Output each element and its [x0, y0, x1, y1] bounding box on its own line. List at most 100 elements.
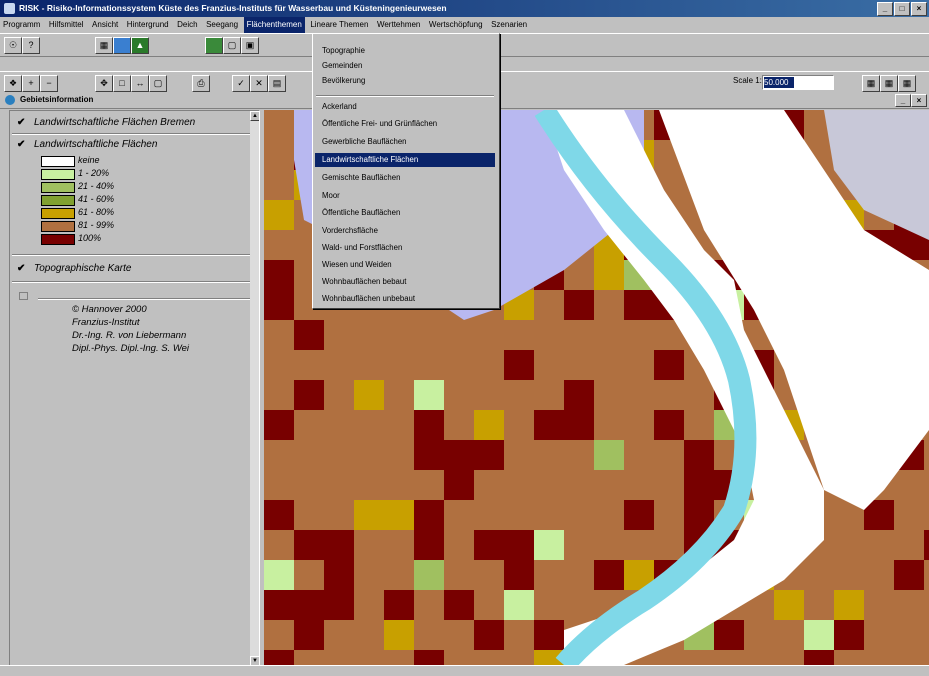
divider [12, 254, 251, 256]
map-cell [654, 530, 684, 560]
dropdown-item-gemischte-bauflaechen[interactable]: Gemischte Bauflächen [315, 171, 495, 185]
map-cell [384, 530, 414, 560]
dropdown-item-wohnbau-unbebaut[interactable]: Wohnbauflächen unbebaut [315, 292, 495, 306]
grid-layer-icon[interactable] [205, 37, 223, 54]
info-icon[interactable]: ❖ [4, 75, 22, 92]
map-cell [624, 410, 654, 440]
map-cell [804, 650, 834, 665]
person-icon[interactable]: ☉ [4, 37, 22, 54]
zoom-in-icon[interactable]: + [22, 75, 40, 92]
menu-wertschoepfung[interactable]: Wertschöpfung [426, 17, 486, 33]
tool-c-icon[interactable]: ▦ [898, 75, 916, 92]
dropdown-item-moor[interactable]: Moor [315, 189, 495, 203]
select-icon[interactable]: □ [113, 75, 131, 92]
check-icon-layer2[interactable]: ✔ [17, 139, 25, 150]
scroll-up-icon[interactable]: ▲ [250, 111, 259, 121]
map-cell [594, 320, 624, 350]
dropdown-item-topographie[interactable]: Topographie [315, 44, 495, 58]
map-cell [564, 290, 594, 320]
legend-scrollbar[interactable]: ▲ ▼ [250, 111, 259, 666]
menu-lineare-themen[interactable]: Lineare Themen [307, 17, 371, 33]
checkbox-empty[interactable] [19, 292, 28, 300]
map-cell [264, 200, 294, 230]
map-cell [504, 410, 534, 440]
layers-icon[interactable]: ▣ [241, 37, 259, 54]
dropdown-item-bevoelkerung[interactable]: Bevölkerung [315, 74, 495, 88]
map-cell [654, 410, 684, 440]
dropdown-item-landwirtschaftliche-flaechen[interactable]: Landwirtschaftliche Flächen [315, 153, 495, 167]
close-button[interactable]: × [911, 2, 927, 16]
layer-landwirtschaft-bremen[interactable]: Landwirtschaftliche Flächen Bremen [34, 117, 195, 128]
map-cell [894, 560, 924, 590]
delete-icon[interactable]: ✕ [250, 75, 268, 92]
dropdown-item-gewerbliche-bauflaechen[interactable]: Gewerbliche Bauflächen [315, 135, 495, 149]
pan-icon[interactable]: ✥ [95, 75, 113, 92]
zoom-layer-icon[interactable]: ▢ [223, 37, 241, 54]
menu-flaechenthemen[interactable]: Flächenthemen [243, 17, 305, 33]
map-cell [864, 530, 894, 560]
menu-ansicht[interactable]: Ansicht [89, 17, 121, 33]
dropdown-item-wald-forstflaechen[interactable]: Wald- und Forstflächen [315, 241, 495, 255]
menu-hintergrund[interactable]: Hintergrund [124, 17, 172, 33]
panel-close-button[interactable]: × [911, 94, 927, 107]
dropdown-item-gemeinden[interactable]: Gemeinden [315, 59, 495, 73]
zoom-out-icon[interactable]: − [40, 75, 58, 92]
layer-landwirtschaft[interactable]: Landwirtschaftliche Flächen [34, 139, 157, 150]
water-layer-icon[interactable] [113, 37, 131, 54]
map-cell [624, 290, 654, 320]
check-icon-layer3[interactable]: ✔ [17, 263, 25, 274]
measure-icon[interactable]: ↔ [131, 75, 149, 92]
layer-topographische-karte[interactable]: Topographische Karte [34, 263, 131, 274]
help-icon[interactable]: ? [22, 37, 40, 54]
map-cell [564, 350, 594, 380]
tree-layer-icon[interactable]: ▲ [131, 37, 149, 54]
map-cell [384, 560, 414, 590]
minimize-button[interactable]: _ [877, 2, 893, 16]
map-cell [924, 500, 929, 530]
menu-szenarien[interactable]: Szenarien [488, 17, 530, 33]
check-icon[interactable]: ✓ [232, 75, 250, 92]
map-cell [864, 560, 894, 590]
map-cell [444, 500, 474, 530]
menu-werttehmen[interactable]: Werttehmen [374, 17, 423, 33]
map-view-icon[interactable]: ▦ [95, 37, 113, 54]
map-cell [894, 620, 924, 650]
print-icon[interactable]: ⎙ [192, 75, 210, 92]
legend-swatch [41, 169, 75, 180]
map-cell [474, 470, 504, 500]
scale-input[interactable]: 50.000 [762, 75, 834, 90]
menu-programm[interactable]: Programm [0, 17, 43, 33]
map-cell [684, 500, 714, 530]
map-cell [414, 350, 444, 380]
dropdown-item-ackerland[interactable]: Ackerland [315, 100, 495, 114]
menu-seegang[interactable]: Seegang [203, 17, 241, 33]
map-cell [534, 590, 564, 620]
map-cell [444, 560, 474, 590]
window-icon[interactable]: ▢ [149, 75, 167, 92]
map-cell [594, 350, 624, 380]
document-icon[interactable]: ▤ [268, 75, 286, 92]
map-cell [534, 410, 564, 440]
menu-hilfsmittel[interactable]: Hilfsmittel [46, 17, 87, 33]
dropdown-item-wohnbau-bebaut[interactable]: Wohnbauflächen bebaut [315, 275, 495, 289]
map-cell [534, 500, 564, 530]
map-cell [654, 380, 684, 410]
menu-deich[interactable]: Deich [174, 17, 200, 33]
dropdown-item-oeffentliche-bauflaechen[interactable]: Öffentliche Bauflächen [315, 206, 495, 220]
map-cell [324, 650, 354, 665]
map-cell [534, 620, 564, 650]
map-cell [444, 620, 474, 650]
maximize-button[interactable]: □ [894, 2, 910, 16]
map-cell [504, 560, 534, 590]
check-icon-layer1[interactable]: ✔ [17, 117, 25, 128]
map-cell [354, 380, 384, 410]
dropdown-item-oeffentliche-gruenflaechen[interactable]: Öffentliche Frei- und Grünflächen [315, 117, 495, 131]
map-cell [624, 440, 654, 470]
tool-a-icon[interactable]: ▦ [862, 75, 880, 92]
tool-b-icon[interactable]: ▦ [880, 75, 898, 92]
dropdown-item-wiesen-weiden[interactable]: Wiesen und Weiden [315, 258, 495, 272]
panel-minimize-button[interactable]: _ [895, 94, 911, 107]
map-cell [444, 350, 474, 380]
map-cell [414, 410, 444, 440]
dropdown-item-vorderchsflaeche[interactable]: Vorderchsfläche [315, 224, 495, 238]
